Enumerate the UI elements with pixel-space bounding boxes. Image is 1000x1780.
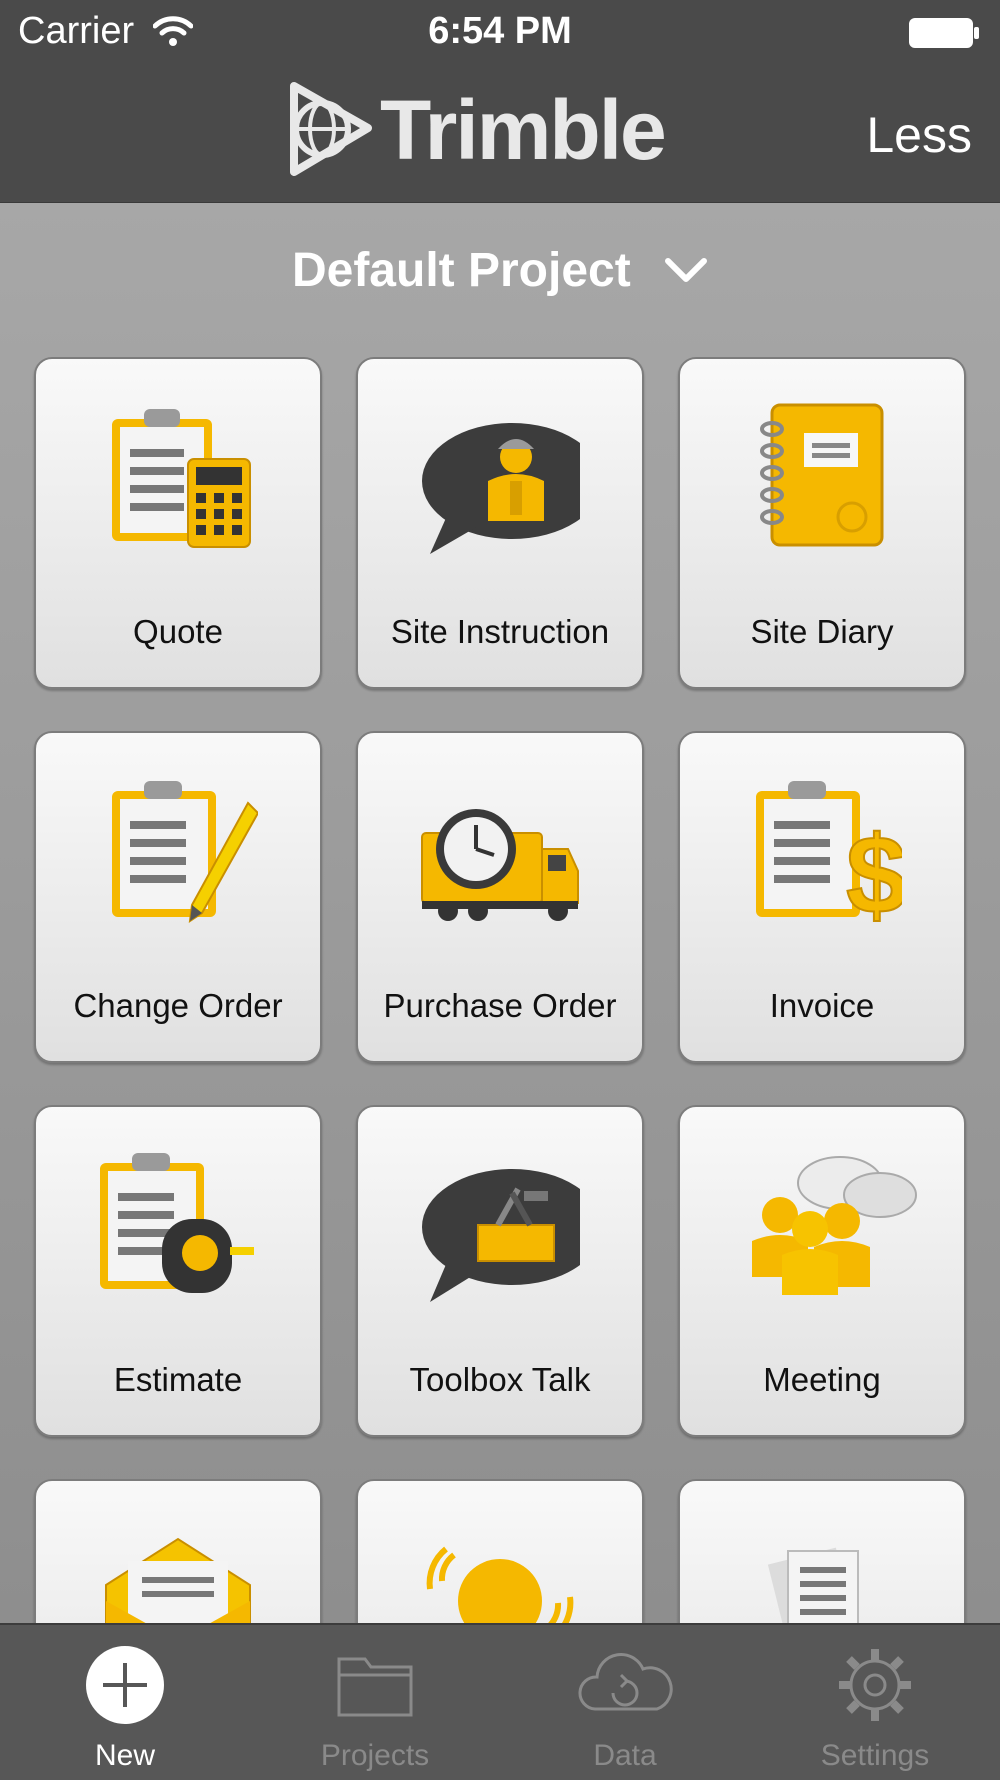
tile-toolbox-talk[interactable]: Toolbox Talk [356,1105,644,1437]
trimble-globe-icon [290,82,372,176]
tile-label: Meeting [763,1361,881,1398]
project-name: Default Project [291,244,631,297]
tile-estimate[interactable]: Estimate [34,1105,322,1437]
svg-text:$: $ [846,814,902,933]
status-bar: Carrier 6:54 PM [0,0,1000,66]
plus-circle-icon [86,1646,164,1724]
tile-lightbulb[interactable] [356,1479,644,1623]
purchase-order-icon [421,809,579,921]
tile-label: Site Diary [750,613,894,650]
tab-projects[interactable]: Projects [250,1625,500,1780]
navigation-bar: Trimble Less [0,66,1000,204]
tile-label: Site Instruction [390,613,610,650]
tile-meeting[interactable]: Meeting [678,1105,966,1437]
tile-label: Toolbox Talk [409,1361,591,1398]
site-diary-icon [760,403,884,547]
tab-settings[interactable]: Settings [750,1625,1000,1780]
documents-hardhat-icon [767,1547,860,1623]
estimate-icon [100,1153,254,1293]
tab-label: New [94,1739,155,1772]
meeting-icon [752,1156,917,1295]
quote-icon [112,409,251,548]
toolbox-talk-icon [422,1169,580,1302]
tile-label: Estimate [113,1361,243,1398]
template-grid-area: Default Project Quote Site Instruction S… [0,203,1000,1623]
cloud-sync-icon [578,1652,673,1711]
folder-icon [337,1657,413,1717]
project-selector[interactable]: Default Project [0,243,1000,298]
tile-site-diary[interactable]: Site Diary [678,357,966,689]
gear-icon [839,1649,911,1721]
tile-site-instruction[interactable]: Site Instruction [356,357,644,689]
tile-label: Change Order [73,987,283,1024]
tab-data[interactable]: Data [500,1625,750,1780]
envelope-icon [105,1537,251,1623]
tab-label: Projects [320,1739,430,1772]
tab-label: Settings [820,1739,930,1772]
tab-new[interactable]: New [0,1625,250,1780]
chevron-down-icon [665,258,708,283]
tile-invoice[interactable]: $ Invoice [678,731,966,1063]
tile-envelope[interactable] [34,1479,322,1623]
trimble-logo: Trimble [282,80,702,186]
tab-label: Data [593,1739,657,1772]
tile-label: Purchase Order [383,987,617,1024]
less-button[interactable]: Less [866,106,972,164]
tile-purchase-order[interactable]: Purchase Order [356,731,644,1063]
site-instruction-icon [422,423,580,554]
battery-icon [909,18,979,48]
tab-bar: New Projects Data Settings [0,1623,1000,1780]
lightbulb-icon [426,1546,574,1623]
invoice-icon: $ [756,781,902,933]
change-order-icon [112,781,258,924]
tile-documents[interactable] [678,1479,966,1623]
tile-label: Quote [133,613,223,650]
tile-label: Invoice [769,987,875,1024]
status-time: 6:54 PM [428,10,572,52]
brand-name: Trimble [380,83,667,177]
tile-quote[interactable]: Quote [34,357,322,689]
tile-change-order[interactable]: Change Order [34,731,322,1063]
